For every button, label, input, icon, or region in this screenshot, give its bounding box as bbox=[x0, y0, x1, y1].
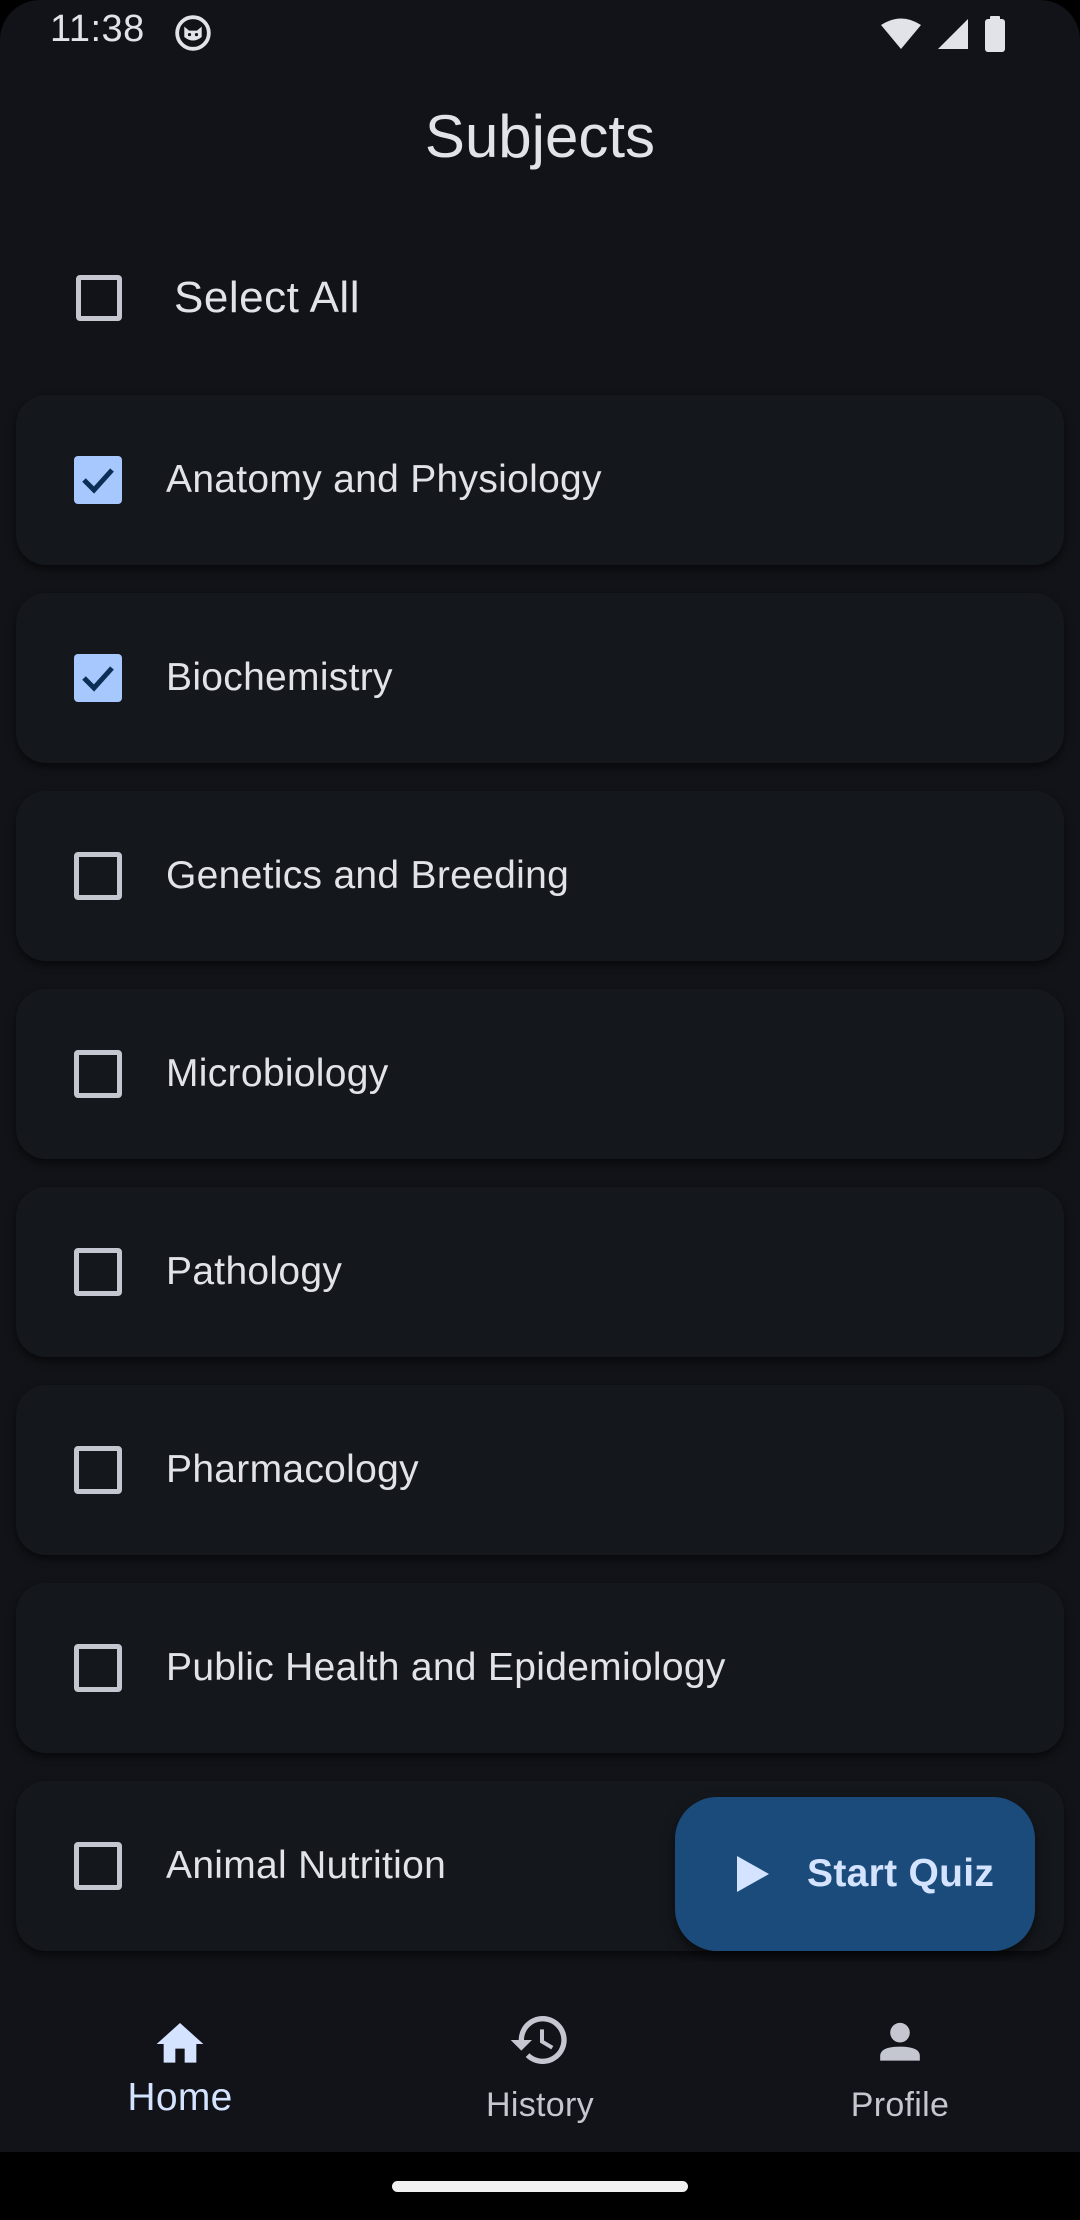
subject-checkbox[interactable] bbox=[74, 1446, 122, 1494]
subject-checkbox[interactable] bbox=[74, 852, 122, 900]
subject-item[interactable]: Public Health and Epidemiology bbox=[16, 1583, 1064, 1753]
wifi-icon bbox=[881, 18, 921, 49]
nav-label-history: History bbox=[486, 2086, 594, 2124]
start-quiz-label: Start Quiz bbox=[807, 1852, 995, 1895]
subject-label: Microbiology bbox=[166, 1052, 389, 1095]
play-icon bbox=[737, 1856, 769, 1892]
subject-item[interactable]: Pharmacology bbox=[16, 1385, 1064, 1555]
history-icon bbox=[510, 2016, 567, 2064]
subject-item[interactable]: Genetics and Breeding bbox=[16, 791, 1064, 961]
subject-checkbox[interactable] bbox=[74, 1050, 122, 1098]
subject-label: Public Health and Epidemiology bbox=[166, 1646, 726, 1689]
subject-label: Anatomy and Physiology bbox=[166, 458, 602, 501]
check-icon bbox=[82, 666, 114, 692]
subject-checkbox[interactable] bbox=[74, 1248, 122, 1296]
subject-checkbox[interactable] bbox=[74, 1842, 122, 1890]
cellular-signal-icon bbox=[938, 19, 968, 49]
subject-checkbox-checked[interactable] bbox=[74, 654, 122, 702]
nav-label-profile: Profile bbox=[850, 2086, 950, 2124]
person-icon bbox=[880, 2022, 920, 2061]
subject-label: Genetics and Breeding bbox=[166, 854, 570, 897]
home-icon bbox=[156, 2023, 204, 2063]
nav-item-history[interactable]: History bbox=[360, 1962, 720, 2152]
gesture-handle[interactable] bbox=[392, 2181, 688, 2192]
subject-label: Pathology bbox=[166, 1250, 343, 1293]
check-icon bbox=[82, 468, 114, 494]
subject-label: Animal Nutrition bbox=[166, 1844, 447, 1887]
status-bar: 11:38 bbox=[0, 0, 1080, 66]
subject-list: Anatomy and Physiology Biochemistry Gene… bbox=[16, 395, 1064, 1951]
nav-label-home: Home bbox=[127, 2076, 233, 2119]
gesture-navigation-area bbox=[0, 2152, 1080, 2220]
subject-item[interactable]: Pathology bbox=[16, 1187, 1064, 1357]
select-all-row[interactable]: Select All bbox=[76, 262, 360, 334]
app-screen: 11:38 Subjects Select All Anatomy and Ph… bbox=[0, 0, 1080, 2220]
select-all-checkbox[interactable] bbox=[76, 275, 122, 321]
bottom-navigation: Home History Profile bbox=[0, 1962, 1080, 2152]
nav-item-profile[interactable]: Profile bbox=[720, 1962, 1080, 2152]
subject-item[interactable]: Microbiology bbox=[16, 989, 1064, 1159]
subject-item[interactable]: Anatomy and Physiology bbox=[16, 395, 1064, 565]
battery-icon bbox=[985, 16, 1005, 52]
subject-label: Biochemistry bbox=[166, 656, 393, 699]
nav-item-home[interactable]: Home bbox=[0, 1962, 360, 2152]
subject-checkbox[interactable] bbox=[74, 1644, 122, 1692]
status-time: 11:38 bbox=[50, 8, 145, 50]
select-all-label: Select All bbox=[174, 273, 360, 322]
start-quiz-button[interactable]: Start Quiz bbox=[675, 1797, 1035, 1951]
status-icons bbox=[880, 14, 1006, 54]
cat-notification-icon bbox=[175, 15, 211, 51]
subject-label: Pharmacology bbox=[166, 1448, 419, 1491]
page-title: Subjects bbox=[424, 103, 656, 170]
subject-checkbox-checked[interactable] bbox=[74, 456, 122, 504]
subject-item[interactable]: Biochemistry bbox=[16, 593, 1064, 763]
